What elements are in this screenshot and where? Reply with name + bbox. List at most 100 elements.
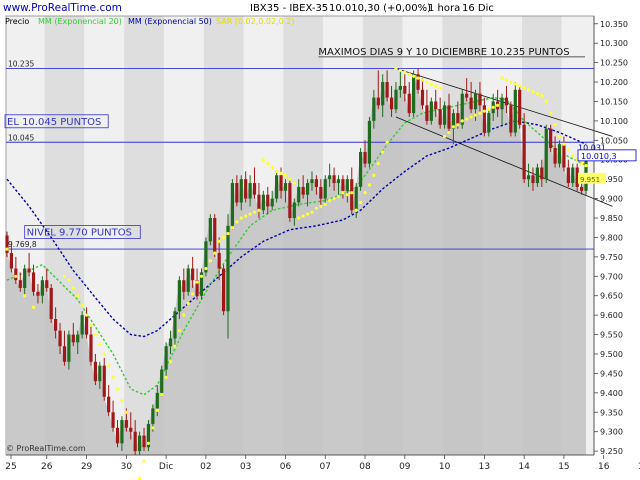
y-tick-label: 9.650 [600,292,623,301]
candle-body [314,179,318,187]
legend-ema50: MM (Exponencial 50) [128,17,212,26]
y-tick-label: 10.250 [600,59,628,68]
candle-body [45,280,49,288]
candle-body [403,85,407,94]
site-title[interactable]: www.ProRealTime.com [3,2,122,14]
sar-dot [526,88,531,92]
candle-body [186,268,190,292]
candle-body [138,435,142,452]
y-tick-label: 9.550 [600,331,623,340]
sar-dot [531,90,535,94]
sar-dot [425,80,429,84]
candle-body [71,334,75,343]
candle-body [442,105,447,125]
candle-body [522,124,526,180]
sar-dot [367,183,372,187]
sar-dot [279,171,283,175]
sar-dot [292,181,296,185]
sar-dot [208,259,212,263]
sar-dot [217,239,221,243]
chart-root: 10.235 10.045 9.769,8 MAXIMOS DIAS 9 Y 10 … [0,0,640,480]
candle-body [23,268,27,288]
sar-dot [62,274,67,278]
sar-dot [199,274,204,278]
candle-body [239,179,243,203]
candle-body [9,252,14,269]
candle-body [27,268,31,273]
candle-body [531,175,535,184]
sar-dot [244,214,248,218]
candle-body [283,183,288,191]
candle-body [252,183,257,195]
candle-body [487,113,491,133]
sar-dot [80,303,84,308]
x-tick-label: 13 [479,462,490,472]
header-date: 16 Dic [462,3,494,14]
sar-dot [261,158,265,162]
candle-body [566,167,570,184]
sar-dot [557,134,562,139]
candle-body [76,334,80,343]
candle-body [142,435,146,448]
sar-dot [562,142,566,146]
candle-body [275,175,279,199]
x-tick-label: 29 [81,462,93,472]
sar-dot [14,274,18,278]
price-chart[interactable]: 10.235 10.045 9.769,8 MAXIMOS DIAS 9 Y 10 … [0,0,640,480]
candle-body [553,148,557,164]
candle-body [54,319,58,331]
candle-body [513,89,517,133]
candle-body [500,97,504,110]
candle-body [226,225,230,312]
level-label: 9.769,8 [8,240,37,249]
sar-dot [71,286,75,290]
legend-price: Precio [5,17,29,26]
candle-body [328,175,332,180]
candle-body [544,128,548,180]
sar-dot [509,80,513,84]
sar-dot [518,84,522,88]
sar-dot [226,231,230,236]
sar-dot [350,191,354,195]
sar-dot [76,294,80,298]
annotation-text: NIVEL 9.770 PUNTOS [27,228,132,239]
sar-dot [120,399,124,403]
sar-dot [5,247,9,251]
candle-body [182,280,186,292]
candle-body [465,93,469,98]
candle-body [526,175,531,180]
sar-dot [155,408,159,412]
y-tick-label: 10.300 [600,39,628,48]
x-tick-label: 15 [558,462,569,472]
candle-body [504,97,509,106]
sar-dot [469,115,473,119]
sar-dot [164,375,168,379]
sar-dot [584,163,588,168]
candle-body [217,252,221,269]
y-tick-label: 9.900 [600,195,623,204]
candle-body [248,183,252,199]
x-tick-label: 08 [359,462,371,472]
sar-dot [376,162,380,166]
candle-body [332,175,336,184]
candle-body [98,365,102,382]
sar-dot [204,266,208,271]
candle-body [540,167,544,180]
candle-body [257,194,261,211]
annotation-text: MAXIMOS DIAS 9 Y 10 DICIEMBRE 10.235 PUN… [318,47,569,58]
candle-body [580,186,584,191]
candle-body [288,183,292,219]
sar-dot [191,292,195,296]
candle-body [120,420,124,444]
sar-dot [420,78,425,82]
sar-dot [549,111,553,115]
candle-body [412,74,416,114]
price-label: 10.010,3 [581,152,617,161]
y-tick-label: 9.850 [600,214,623,223]
x-tick-label: 25 [5,462,16,472]
sar-dot [124,410,128,414]
sar-dot [301,214,305,218]
candle-body [509,105,513,133]
candle-body [18,280,22,288]
sar-dot [93,332,97,337]
